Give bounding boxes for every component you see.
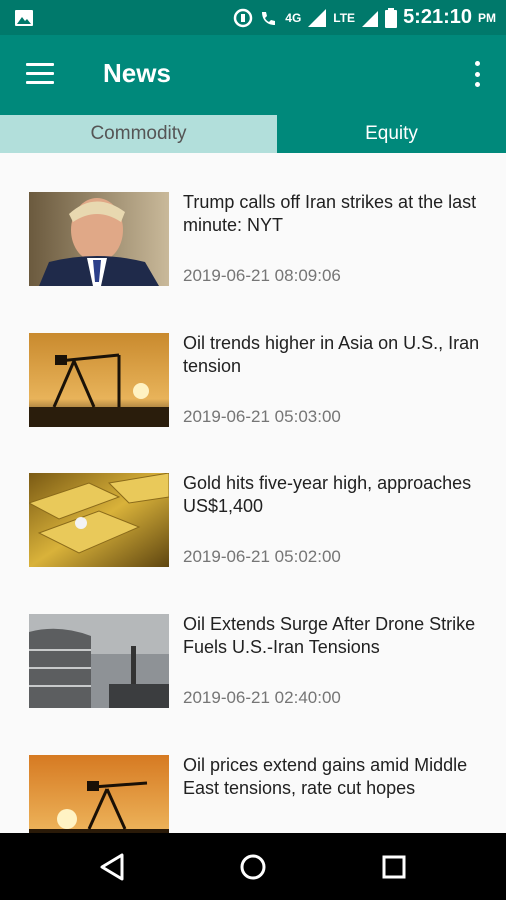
news-headline: Oil Extends Surge After Drone Strike Fue… bbox=[183, 614, 476, 657]
news-headline: Trump calls off Iran strikes at the last… bbox=[183, 192, 477, 235]
recents-icon[interactable] bbox=[378, 851, 410, 883]
news-thumbnail bbox=[29, 755, 169, 833]
news-item[interactable]: Oil trends higher in Asia on U.S., Iran … bbox=[0, 294, 506, 434]
back-icon[interactable] bbox=[98, 851, 130, 883]
more-options-icon[interactable] bbox=[474, 61, 480, 87]
news-item[interactable]: Gold hits five-year high, approaches US$… bbox=[0, 434, 506, 574]
navigation-bar bbox=[0, 833, 506, 900]
network-type-label: 4G bbox=[285, 10, 302, 25]
news-item[interactable]: Trump calls off Iran strikes at the last… bbox=[0, 153, 506, 293]
gallery-notification-icon bbox=[15, 10, 33, 26]
news-date: 2019-06-21 02:40:00 bbox=[183, 688, 341, 707]
clock-time: 5:21:10 bbox=[403, 6, 472, 28]
tab-equity[interactable]: Equity bbox=[277, 115, 506, 153]
news-headline: Oil prices extend gains amid Middle East… bbox=[183, 755, 468, 798]
lte-label: LTE bbox=[333, 10, 356, 25]
news-headline: Gold hits five-year high, approaches US$… bbox=[183, 473, 472, 516]
battery-icon bbox=[385, 7, 398, 28]
signal-icon bbox=[308, 8, 327, 27]
clock-ampm: PM bbox=[478, 10, 496, 25]
wifi-call-icon bbox=[262, 11, 276, 25]
tab-commodity[interactable]: Commodity bbox=[0, 115, 277, 153]
news-item[interactable]: Oil Extends Surge After Drone Strike Fue… bbox=[0, 575, 506, 715]
data-saver-icon bbox=[234, 8, 253, 27]
home-icon[interactable] bbox=[237, 851, 269, 883]
app-bar: News bbox=[0, 35, 506, 115]
news-headline: Oil trends higher in Asia on U.S., Iran … bbox=[183, 333, 480, 376]
news-thumbnail bbox=[29, 473, 169, 567]
signal-2-icon bbox=[362, 10, 379, 27]
news-item[interactable]: Oil prices extend gains amid Middle East… bbox=[0, 716, 506, 833]
tab-bar: Commodity Equity bbox=[0, 115, 506, 153]
news-thumbnail bbox=[29, 333, 169, 427]
news-date: 2019-06-21 05:02:00 bbox=[183, 547, 341, 566]
menu-icon[interactable] bbox=[26, 63, 54, 85]
news-thumbnail bbox=[29, 614, 169, 708]
news-date: 2019-06-21 08:09:06 bbox=[183, 266, 341, 285]
news-thumbnail bbox=[29, 192, 169, 286]
news-date: 2019-06-21 05:03:00 bbox=[183, 407, 341, 426]
status-bar: 4G LTE 5:21:10 PM bbox=[0, 0, 506, 35]
news-list[interactable]: Trump calls off Iran strikes at the last… bbox=[0, 153, 506, 833]
page-title: News bbox=[103, 58, 171, 88]
